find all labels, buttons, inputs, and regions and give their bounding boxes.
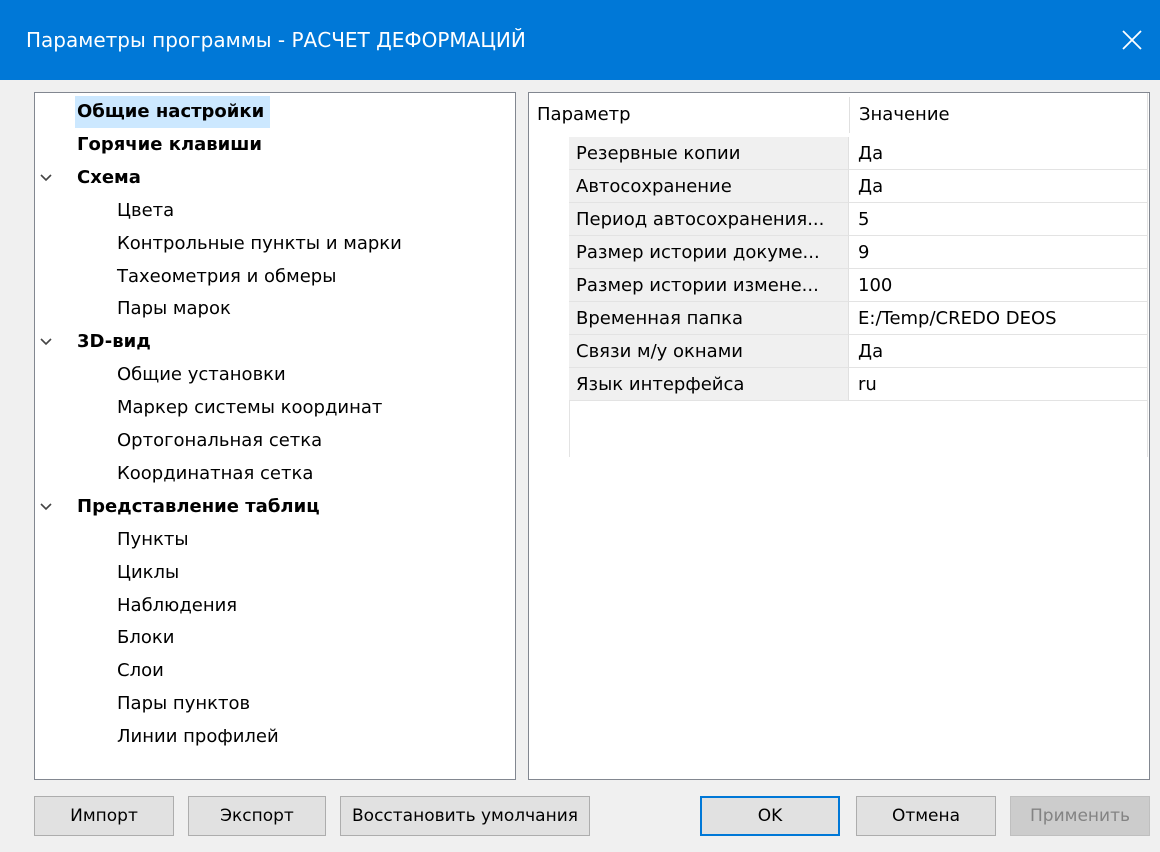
chevron-down-icon[interactable] xyxy=(39,335,53,349)
tree-item[interactable]: Схема xyxy=(40,162,147,194)
tree-item[interactable]: Линии профилей xyxy=(115,721,285,753)
tree-item-label: 3D-вид xyxy=(77,331,151,353)
tree-item[interactable]: 3D-вид xyxy=(40,326,157,358)
tree-item[interactable]: Ортогональная сетка xyxy=(115,425,328,457)
tree-item[interactable]: Маркер системы координат xyxy=(115,392,388,424)
property-row[interactable]: Связи м/у окнами Да xyxy=(569,335,1147,368)
property-name[interactable]: Язык интерфейса xyxy=(569,368,849,401)
tree-item[interactable]: Общие настройки xyxy=(75,96,271,128)
grid-header: Параметр Значение xyxy=(529,93,1149,137)
tree-item-label: Схема xyxy=(77,166,141,188)
tree-item[interactable]: Тахеометрия и обмеры xyxy=(115,261,342,293)
window-title: Параметры программы - РАСЧЕТ ДЕФОРМАЦИЙ xyxy=(26,28,526,52)
tree-item[interactable]: Пункты xyxy=(115,524,195,556)
chevron-down-icon[interactable] xyxy=(39,500,53,514)
tree-item-label: Слои xyxy=(117,660,164,682)
property-row[interactable]: Резервные копии Да xyxy=(569,137,1147,170)
column-header-value[interactable]: Значение xyxy=(859,93,950,137)
tree-item-label: Блоки xyxy=(117,627,175,649)
tree-item[interactable]: Пары пунктов xyxy=(115,688,256,720)
import-button[interactable]: Импорт xyxy=(34,796,174,836)
tree-item-label: Цвета xyxy=(117,199,175,221)
settings-tree[interactable]: Общие настройки Горячие клавиши Схема Цвета… xyxy=(34,92,516,780)
grid-right-line xyxy=(1147,137,1148,457)
property-name[interactable]: Период автосохранения... xyxy=(569,203,849,236)
tree-item-label: Общие установки xyxy=(117,364,286,386)
tree-item[interactable]: Горячие клавиши xyxy=(75,129,268,161)
tree-item-label: Горячие клавиши xyxy=(77,133,263,155)
column-divider-right xyxy=(1147,93,1148,137)
tree-item-label: Общие настройки xyxy=(75,96,271,128)
tree-item-label: Пункты xyxy=(117,528,189,550)
tree-item-label: Ортогональная сетка xyxy=(117,430,323,451)
tree-item-label: Маркер системы координат xyxy=(117,397,383,419)
tree-item-label: Линии профилей xyxy=(117,726,279,748)
property-value[interactable]: E:/Temp/CREDO DEOS xyxy=(849,302,1147,335)
tree-item-label: Циклы xyxy=(117,561,180,583)
property-value[interactable]: 5 xyxy=(849,203,1147,236)
tree-item[interactable]: Общие установки xyxy=(115,359,292,391)
property-name[interactable]: Резервные копии xyxy=(569,137,849,170)
settings-dialog: Параметры программы - РАСЧЕТ ДЕФОРМАЦИЙ … xyxy=(0,0,1160,852)
cancel-button[interactable]: Отмена xyxy=(856,796,996,836)
property-name[interactable]: Связи м/у окнами xyxy=(569,335,849,368)
property-name[interactable]: Размер истории измене... xyxy=(569,269,849,302)
property-row[interactable]: Автосохранение Да xyxy=(569,170,1147,203)
property-value[interactable]: 9 xyxy=(849,236,1147,269)
column-header-parameter[interactable]: Параметр xyxy=(537,93,631,137)
property-value[interactable]: 100 xyxy=(849,269,1147,302)
chevron-down-icon[interactable] xyxy=(39,171,53,185)
property-grid: Параметр Значение Резервные копии Да Автос… xyxy=(528,92,1150,780)
tree-item-label: Наблюдения xyxy=(117,594,238,616)
property-row[interactable]: Временная папка E:/Temp/CREDO DEOS xyxy=(569,302,1147,335)
property-value[interactable]: Да xyxy=(849,335,1147,368)
tree-item-label: Контрольные пункты и марки xyxy=(117,232,402,254)
tree-item[interactable]: Блоки xyxy=(115,622,180,654)
tree-item[interactable]: Представление таблиц xyxy=(40,491,326,523)
tree-item[interactable]: Пары марок xyxy=(115,293,237,325)
property-row[interactable]: Период автосохранения... 5 xyxy=(569,203,1147,236)
column-divider[interactable] xyxy=(849,97,850,133)
restore-defaults-button[interactable]: Восстановить умолчания xyxy=(340,796,590,836)
tree-item[interactable]: Контрольные пункты и марки xyxy=(115,228,408,260)
property-value[interactable]: ru xyxy=(849,368,1147,401)
tree-item-label: Координатная сетка xyxy=(117,462,314,484)
tree-item-label: Представление таблиц xyxy=(77,495,320,517)
title-bar[interactable]: Параметры программы - РАСЧЕТ ДЕФОРМАЦИЙ xyxy=(0,0,1160,80)
tree-item[interactable]: Цвета xyxy=(115,195,180,227)
property-value[interactable]: Да xyxy=(849,170,1147,203)
tree-item[interactable]: Координатная сетка xyxy=(115,458,319,490)
tree-item[interactable]: Слои xyxy=(115,655,170,687)
property-value[interactable]: Да xyxy=(849,137,1147,170)
tree-item[interactable]: Циклы xyxy=(115,557,185,589)
apply-button: Применить xyxy=(1010,796,1150,836)
property-row[interactable]: Язык интерфейса ru xyxy=(569,368,1147,401)
property-row[interactable]: Размер истории докуме... 9 xyxy=(569,236,1147,269)
property-name[interactable]: Размер истории докуме... xyxy=(569,236,849,269)
ok-button[interactable]: OK xyxy=(700,796,840,836)
tree-item[interactable]: Наблюдения xyxy=(115,590,243,622)
tree-item-label: Пары пунктов xyxy=(117,693,251,715)
export-button[interactable]: Экспорт xyxy=(188,796,326,836)
close-icon xyxy=(1122,30,1142,50)
tree-item-label: Пары марок xyxy=(117,298,231,320)
property-name[interactable]: Автосохранение xyxy=(569,170,849,203)
property-row[interactable]: Размер истории измене... 100 xyxy=(569,269,1147,302)
property-name[interactable]: Временная папка xyxy=(569,302,849,335)
tree-item-label: Тахеометрия и обмеры xyxy=(117,265,337,287)
close-button[interactable] xyxy=(1104,18,1160,62)
